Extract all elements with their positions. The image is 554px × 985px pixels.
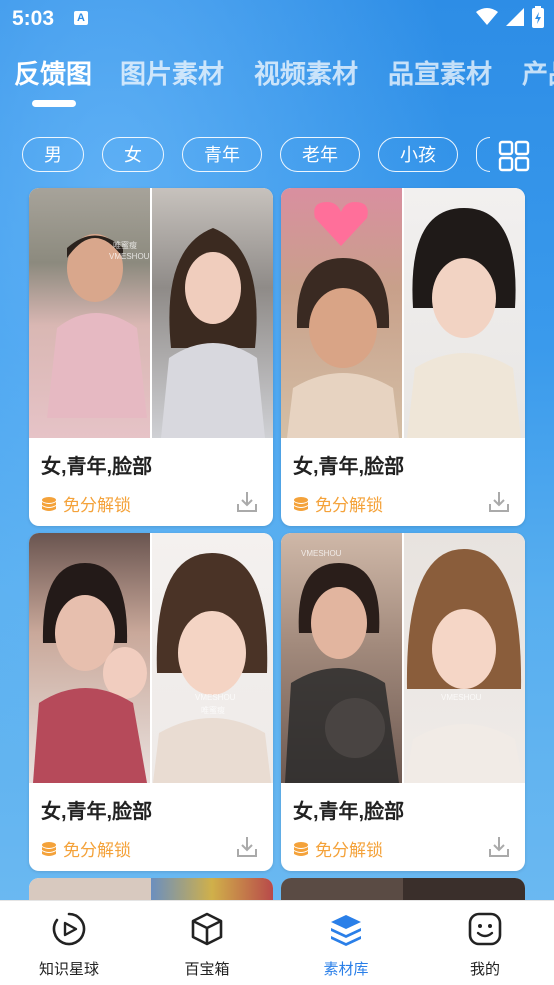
download-icon[interactable] [235, 835, 259, 859]
material-card[interactable]: VMESHOU VMESHOU 女,青年,脸部 免分解锁 [281, 533, 525, 871]
play-circle-icon [52, 912, 86, 946]
coin-stack-icon [294, 496, 308, 511]
free-unlock-button[interactable]: 免分解锁 [41, 491, 131, 516]
nav-label: 素材库 [323, 961, 369, 978]
unlock-label: 免分解锁 [63, 496, 131, 515]
coin-stack-icon [42, 496, 56, 511]
card-title: 女,青年,脸部 [41, 456, 153, 478]
free-unlock-button[interactable]: 免分解锁 [293, 491, 383, 516]
person-silhouette-right [161, 228, 265, 438]
download-icon[interactable] [487, 490, 511, 514]
signal-icon [506, 8, 524, 26]
nav-label: 我的 [469, 961, 500, 978]
material-card[interactable]: VMESHOU 唯蜜瘦 女,青年,脸部 免分解锁 [29, 533, 273, 871]
card-title: 女,青年,脸部 [293, 801, 405, 823]
person-silhouette-left [285, 563, 399, 783]
chip-child[interactable]: 小孩 [378, 137, 458, 172]
status-time: 5:03 [12, 7, 55, 30]
tab-video-material[interactable]: 视频素材 [254, 54, 358, 91]
download-icon[interactable] [235, 490, 259, 514]
chip-more-partial[interactable] [476, 137, 490, 172]
tab-indicator [32, 100, 76, 107]
card-title: 女,青年,脸部 [293, 456, 405, 478]
person-silhouette-right [405, 549, 523, 783]
smiley-icon [468, 912, 502, 946]
watermark-brand: VMESHOU [195, 693, 236, 702]
unlock-label: 免分解锁 [63, 841, 131, 860]
material-card[interactable]: 唯蜜瘦 VMESHOU 女,青年,脸部 免分解锁 [29, 188, 273, 526]
free-unlock-button[interactable]: 免分解锁 [41, 836, 131, 861]
nav-label: 百宝箱 [184, 961, 230, 978]
person-silhouette-left [287, 258, 399, 438]
person-silhouette-right [153, 553, 271, 783]
nav-mine[interactable]: 我的 [416, 901, 554, 985]
bottom-navigation: 知识星球 百宝箱 素材库 我的 [0, 900, 554, 985]
box-icon [191, 912, 223, 946]
card-title: 女,青年,脸部 [41, 801, 153, 823]
tab-brand-material[interactable]: 品宣素材 [388, 54, 492, 91]
tab-product[interactable]: 产品 [522, 54, 554, 91]
nav-label: 知识星球 [38, 961, 99, 978]
nav-material-library[interactable]: 素材库 [277, 901, 415, 985]
before-after-photo[interactable] [281, 188, 525, 438]
chip-female[interactable]: 女 [102, 137, 164, 172]
unlock-label: 免分解锁 [315, 841, 383, 860]
grid-view-icon[interactable] [498, 140, 530, 172]
free-unlock-button[interactable]: 免分解锁 [293, 836, 383, 861]
wifi-icon [476, 8, 498, 25]
watermark-brand: VMESHOU [441, 693, 482, 702]
nav-knowledge-planet[interactable]: 知识星球 [0, 901, 138, 985]
unlock-label: 免分解锁 [315, 496, 383, 515]
status-bar: 5:03 A [0, 0, 554, 36]
before-after-photo[interactable]: VMESHOU VMESHOU [281, 533, 525, 783]
before-after-photo[interactable]: VMESHOU 唯蜜瘦 [29, 533, 273, 783]
download-icon[interactable] [487, 835, 511, 859]
person-silhouette-right [407, 208, 521, 438]
coin-stack-icon [294, 841, 308, 856]
watermark-brand: 唯蜜瘦 [201, 706, 225, 715]
chip-male[interactable]: 男 [22, 137, 84, 172]
coin-stack-icon [42, 841, 56, 856]
battery-icon [532, 6, 544, 28]
material-card[interactable]: 女,青年,脸部 免分解锁 [281, 188, 525, 526]
watermark-brand: VMESHOU [109, 252, 150, 261]
notification-icon: A [74, 11, 88, 25]
layers-icon [331, 915, 361, 946]
person-silhouette-left [33, 563, 147, 783]
before-after-photo[interactable]: 唯蜜瘦 VMESHOU [29, 188, 273, 438]
chip-elderly[interactable]: 老年 [280, 137, 360, 172]
watermark-brand: VMESHOU [301, 549, 342, 558]
tab-feedback[interactable]: 反馈图 [14, 54, 92, 91]
category-tabs: 反馈图 图片素材 视频素材 品宣素材 产品 [0, 54, 554, 114]
chip-youth[interactable]: 青年 [182, 137, 262, 172]
watermark-brand: 唯蜜瘦 [113, 241, 137, 250]
nav-treasure-box[interactable]: 百宝箱 [138, 901, 276, 985]
tab-image-material[interactable]: 图片素材 [120, 54, 224, 91]
filter-chips: 男 女 青年 老年 小孩 [0, 137, 554, 175]
